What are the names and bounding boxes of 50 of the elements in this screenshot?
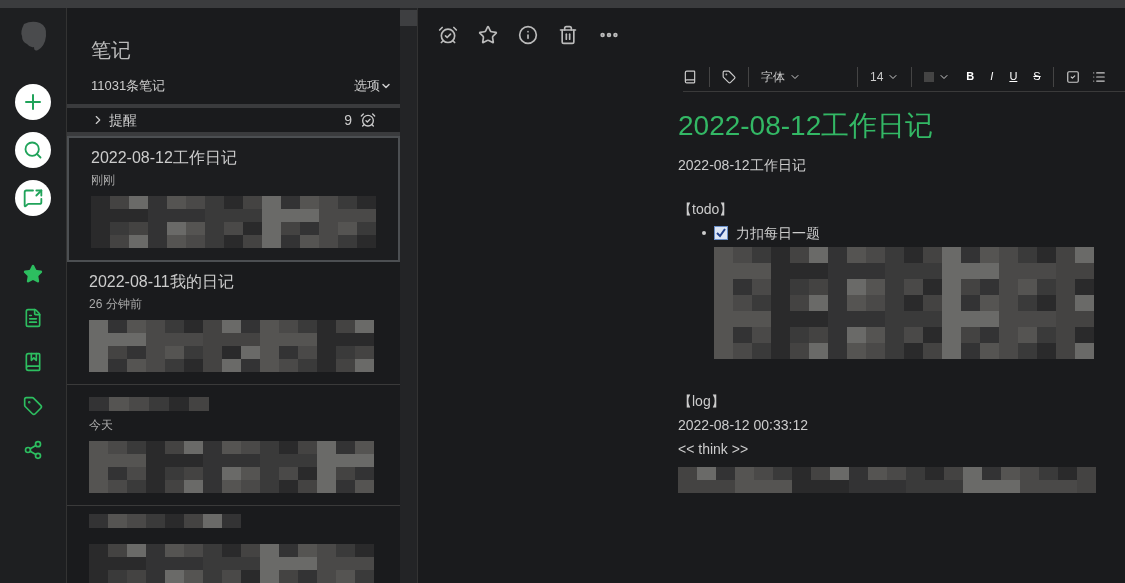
log-heading: 【log】 [678, 392, 726, 411]
star-icon[interactable] [478, 25, 498, 45]
todo-checkbox[interactable] [714, 226, 728, 240]
note-time: 今天 [89, 417, 114, 433]
log-time: 2022-08-12 00:33:12 [678, 416, 809, 435]
reminder-icon[interactable] [438, 25, 458, 45]
note-title: 2022-08-11我的日记 [89, 272, 235, 292]
format-button[interactable]: U [1009, 69, 1018, 84]
color-swatch [924, 71, 935, 82]
note-card[interactable]: 2022-08-12工作日记 刚刚 [67, 136, 400, 262]
note-icon[interactable] [23, 308, 43, 328]
list-icon[interactable] [1091, 69, 1106, 84]
new-note-button[interactable] [15, 84, 51, 120]
chat-share-icon [23, 188, 43, 208]
star-icon[interactable] [23, 264, 43, 284]
note-title: 2022-08-12工作日记 [91, 148, 238, 168]
info-icon[interactable] [518, 25, 538, 45]
note-time: 26 分钟前 [89, 296, 143, 312]
checkbox-icon[interactable] [1065, 69, 1080, 84]
trash-icon[interactable] [558, 25, 578, 45]
tag-icon[interactable] [23, 396, 43, 416]
bullet-icon [702, 231, 706, 235]
todo-text: 力扣每日一题 [736, 224, 820, 243]
notebook-icon[interactable] [683, 69, 697, 84]
search-icon [23, 140, 43, 160]
note-heading: 2022-08-12工作日记 [678, 109, 935, 143]
todo-heading: 【todo】 [678, 200, 735, 219]
work-chat-button[interactable] [15, 180, 51, 216]
options-dropdown[interactable]: 选项 [354, 76, 392, 96]
note-card[interactable]: 今天 [67, 385, 400, 506]
note-count: 11031条笔记 [91, 77, 166, 95]
font-dropdown[interactable]: 字体 [761, 68, 857, 85]
scrollbar[interactable] [400, 8, 417, 583]
note-time: 刚刚 [91, 172, 116, 188]
note-card[interactable]: 2022-08-11我的日记 26 分钟前 [67, 262, 400, 385]
format-button[interactable]: B [966, 69, 975, 84]
share-icon[interactable] [23, 440, 43, 460]
tag-icon[interactable] [722, 69, 736, 84]
elephant-logo-icon [18, 20, 48, 52]
format-button[interactable]: I [990, 69, 994, 84]
notes-panel-title: 笔记 [90, 38, 132, 63]
search-button[interactable] [15, 132, 51, 168]
note-subtitle: 2022-08-12工作日记 [678, 156, 807, 175]
think-label: << think >> [678, 440, 750, 459]
font-size-dropdown[interactable]: 14 [870, 68, 900, 85]
reminder-count: 9 [344, 110, 352, 130]
text-color-dropdown[interactable] [924, 70, 951, 83]
notebook-icon[interactable] [23, 352, 43, 372]
alarm-clock-icon [360, 111, 376, 128]
format-button[interactable]: S [1033, 69, 1041, 84]
